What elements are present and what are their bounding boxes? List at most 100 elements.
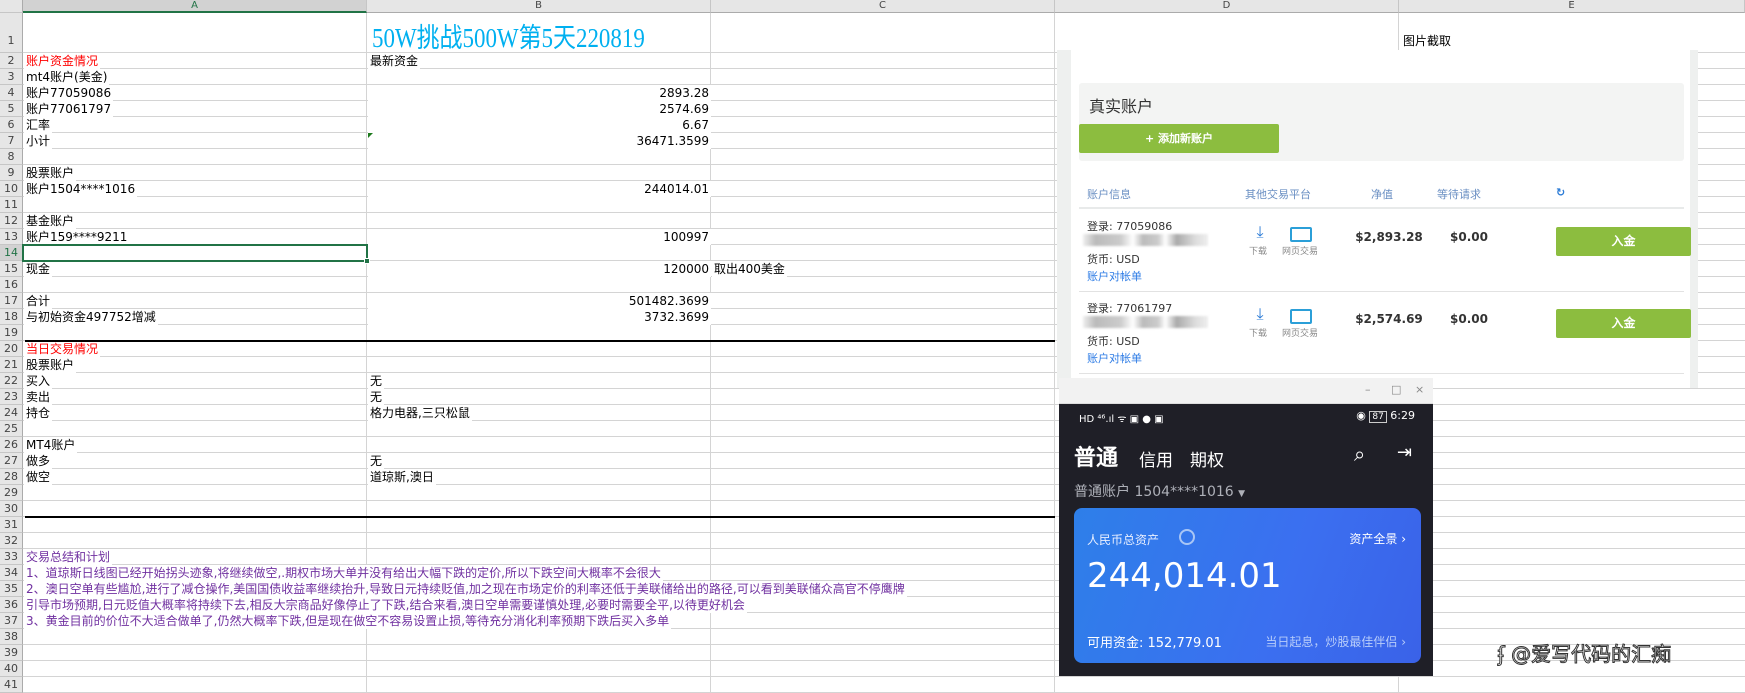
row-header[interactable]: 23 <box>0 389 23 405</box>
cell-a22[interactable]: 买入 <box>24 373 53 389</box>
row-header[interactable]: 29 <box>0 485 23 501</box>
row-header[interactable]: 20 <box>0 341 23 357</box>
account-selector[interactable]: 普通账户 1504****1016 ▼ <box>1074 481 1245 501</box>
cell-a7[interactable]: 小计 <box>24 133 53 149</box>
web-trade-label[interactable]: 网页交易 <box>1282 244 1318 257</box>
row-header[interactable]: 32 <box>0 533 23 549</box>
cell-b4[interactable]: 2893.28 <box>368 85 711 101</box>
cell-a17[interactable]: 合计 <box>24 293 53 309</box>
row-header[interactable]: 21 <box>0 357 23 373</box>
row-header[interactable]: 35 <box>0 581 23 597</box>
deposit-button[interactable]: 入金 <box>1556 309 1691 338</box>
fill-handle[interactable] <box>364 258 370 264</box>
cell-a27[interactable]: 做多 <box>24 453 53 469</box>
row-header[interactable]: 14 <box>0 245 23 261</box>
row-header[interactable]: 15 <box>0 261 23 277</box>
cell-a35[interactable]: 2、澳日空单有些尴尬,进行了减仓操作,美国国债收益率继续抬升,导致日元持续贬值,… <box>24 581 907 597</box>
cell-b18[interactable]: 3732.3699 <box>368 309 711 325</box>
cell-b23[interactable]: 无 <box>368 389 385 405</box>
cell-a33[interactable]: 交易总结和计划 <box>24 549 113 565</box>
row-header[interactable]: 34 <box>0 565 23 581</box>
cell-b27[interactable]: 无 <box>368 453 385 469</box>
cell-a26[interactable]: MT4账户 <box>24 437 78 453</box>
refresh-icon[interactable]: ↻ <box>1556 186 1565 199</box>
row-header[interactable]: 28 <box>0 469 23 485</box>
download-icon[interactable]: ⤓ <box>1249 224 1271 240</box>
asset-overview-link[interactable]: 资产全景 › <box>1349 530 1406 547</box>
maximize-icon[interactable]: □ <box>1391 383 1401 396</box>
row-header[interactable]: 27 <box>0 453 23 469</box>
row-header[interactable]: 5 <box>0 101 23 117</box>
row-header[interactable]: 11 <box>0 197 23 213</box>
row-header[interactable]: 22 <box>0 373 23 389</box>
cell-a23[interactable]: 卖出 <box>24 389 53 405</box>
cell-b17[interactable]: 501482.3699 <box>368 293 711 309</box>
row-header[interactable]: 26 <box>0 437 23 453</box>
cell-a21[interactable]: 股票账户 <box>24 357 77 373</box>
deposit-button[interactable]: 入金 <box>1556 227 1691 256</box>
row-header[interactable]: 41 <box>0 677 23 693</box>
row-header[interactable]: 6 <box>0 117 23 133</box>
cell-a4[interactable]: 账户77059086 <box>24 85 114 101</box>
row-header[interactable]: 13 <box>0 229 23 245</box>
row-header[interactable]: 25 <box>0 421 23 437</box>
cell-b7[interactable]: 36471.3599 <box>368 133 711 149</box>
cell-b15[interactable]: 120000 <box>368 261 711 277</box>
search-icon[interactable]: ⌕ <box>1354 442 1365 466</box>
monitor-icon[interactable] <box>1290 309 1312 324</box>
cell-b2[interactable]: 最新资金 <box>368 53 421 69</box>
cell-b5[interactable]: 2574.69 <box>368 101 711 117</box>
column-header[interactable]: A <box>23 0 367 13</box>
row-header[interactable]: 24 <box>0 405 23 421</box>
cell-a2[interactable]: 账户资金情况 <box>24 53 101 69</box>
row-header[interactable]: 31 <box>0 517 23 533</box>
monitor-icon[interactable] <box>1290 227 1312 242</box>
statement-link[interactable]: 账户对帐单 <box>1087 350 1142 366</box>
cell-a36[interactable]: 引导市场预期,日元贬值大概率将持续下去,相反大宗商品好像停止了下跌,结合来看,澳… <box>24 597 747 613</box>
tab-credit[interactable]: 信用 <box>1139 446 1173 471</box>
cell-a5[interactable]: 账户77061797 <box>24 101 114 117</box>
cell-a3[interactable]: mt4账户(美金) <box>24 69 110 85</box>
cell-a24[interactable]: 持仓 <box>24 405 53 421</box>
column-header[interactable]: D <box>1055 0 1399 13</box>
row-header[interactable]: 17 <box>0 293 23 309</box>
row-header[interactable]: 16 <box>0 277 23 293</box>
row-header[interactable]: 3 <box>0 69 23 85</box>
cell-e1[interactable]: 图片截取 <box>1401 33 1453 49</box>
cell-a9[interactable]: 股票账户 <box>24 165 77 181</box>
column-header[interactable]: E <box>1399 0 1745 13</box>
download-label[interactable]: 下载 <box>1249 326 1267 339</box>
row-header[interactable]: 39 <box>0 645 23 661</box>
cell-a13[interactable]: 账户159****9211 <box>24 229 130 245</box>
row-header[interactable]: 7 <box>0 133 23 149</box>
column-header[interactable]: C <box>711 0 1055 13</box>
cell-a15[interactable]: 现金 <box>24 261 53 277</box>
close-icon[interactable]: × <box>1415 383 1424 396</box>
row-header[interactable]: 37 <box>0 613 23 629</box>
eye-icon[interactable] <box>1179 529 1195 545</box>
promo-link[interactable]: 当日起息，炒股最佳伴侣 › <box>1265 633 1406 650</box>
row-header[interactable]: 1 <box>0 13 23 53</box>
minimize-icon[interactable]: – <box>1365 383 1371 396</box>
cell-a37[interactable]: 3、黄金目前的价位不大适合做单了,仍然大概率下跌,但是现在做空不容易设置止损,等… <box>24 613 672 629</box>
cell-a28[interactable]: 做空 <box>24 469 53 485</box>
tab-normal[interactable]: 普通 <box>1074 440 1118 472</box>
row-header[interactable]: 12 <box>0 213 23 229</box>
cell-b24[interactable]: 格力电器,三只松鼠 <box>368 405 472 421</box>
row-header[interactable]: 33 <box>0 549 23 565</box>
cell-b6[interactable]: 6.67 <box>368 117 711 133</box>
download-label[interactable]: 下载 <box>1249 244 1267 257</box>
cell-c15[interactable]: 取出400美金 <box>712 261 787 277</box>
row-header[interactable]: 4 <box>0 85 23 101</box>
cell-a10[interactable]: 账户1504****1016 <box>24 181 138 197</box>
cell-a6[interactable]: 汇率 <box>24 117 53 133</box>
row-header[interactable]: 36 <box>0 597 23 613</box>
cell-a18[interactable]: 与初始资金497752增减 <box>24 309 158 325</box>
statement-link[interactable]: 账户对帐单 <box>1087 268 1142 284</box>
web-trade-label[interactable]: 网页交易 <box>1282 326 1318 339</box>
row-header[interactable]: 8 <box>0 149 23 165</box>
row-header[interactable]: 19 <box>0 325 23 341</box>
asset-card[interactable]: 人民币总资产 资产全景 › 244,014.01 可用资金: 152,779.0… <box>1074 508 1421 663</box>
row-header[interactable]: 9 <box>0 165 23 181</box>
row-header[interactable]: 2 <box>0 53 23 69</box>
